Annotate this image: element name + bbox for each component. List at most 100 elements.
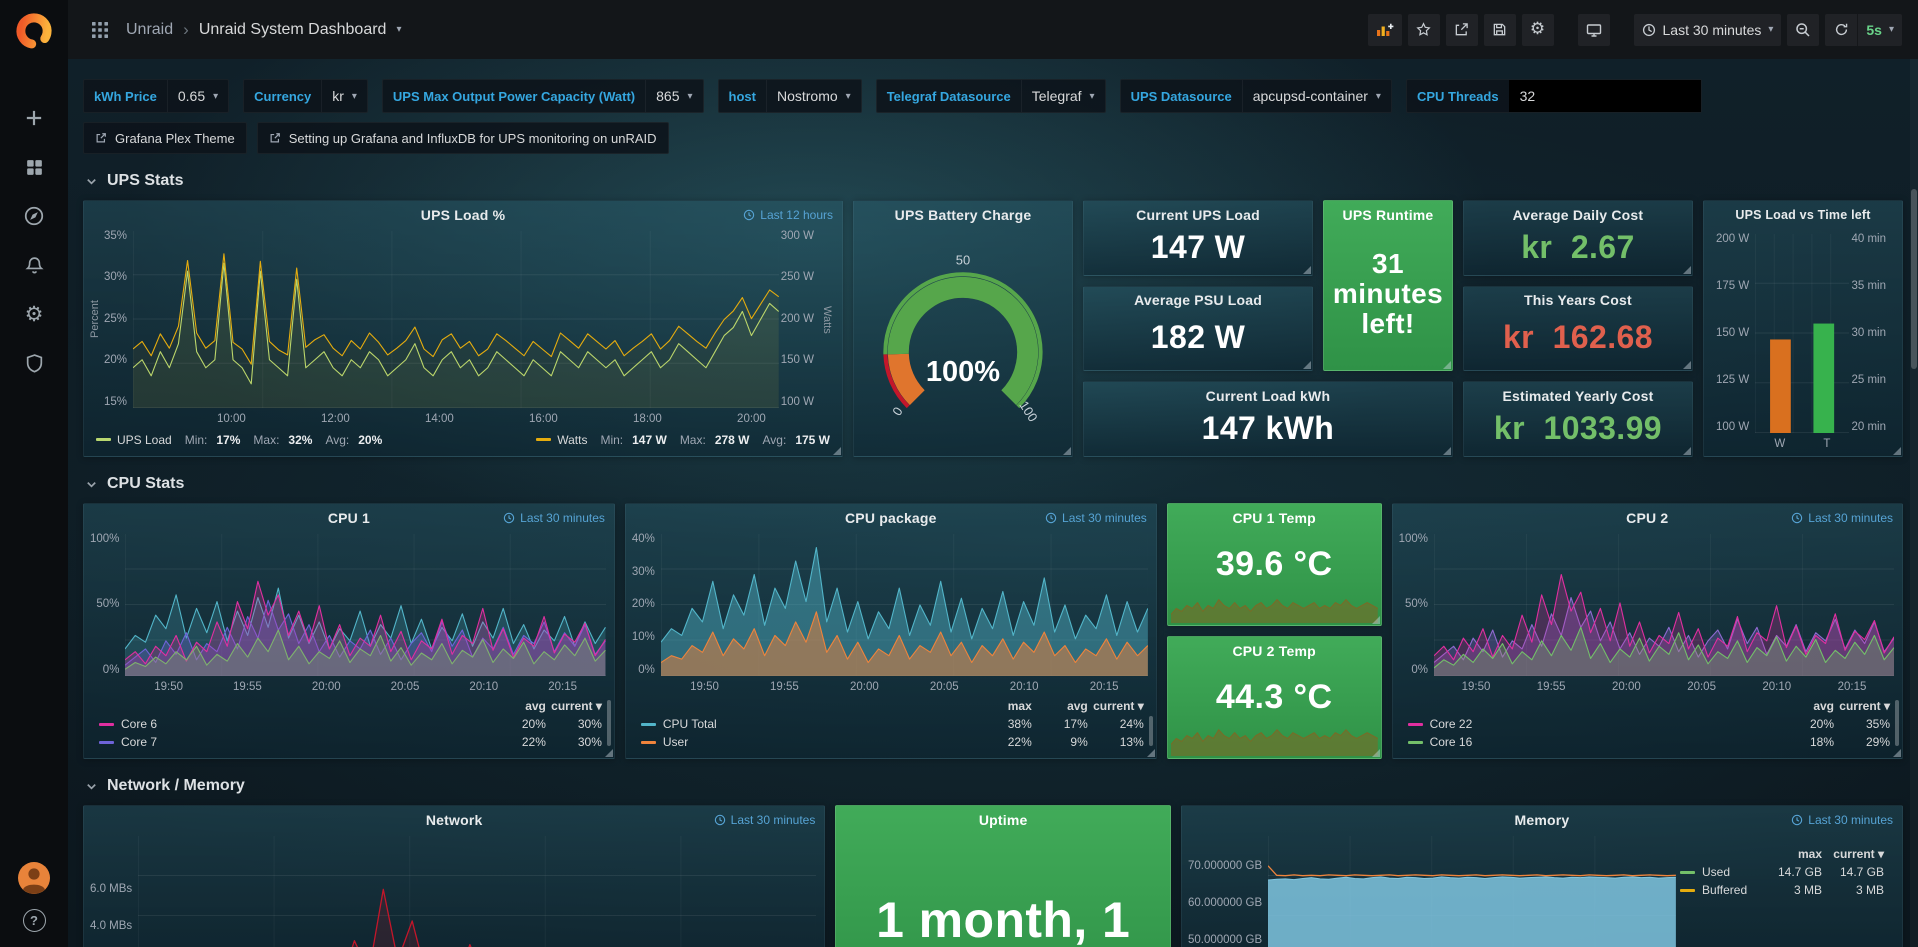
panel-title[interactable]: Average Daily Cost [1513,207,1644,223]
panel-title[interactable]: Average PSU Load [1134,292,1262,308]
panel-header[interactable]: CPU 1 Last 30 minutes [84,504,614,531]
panel-header[interactable]: UPS Load % Last 12 hours [84,201,842,228]
panel-title[interactable]: Uptime [979,812,1028,828]
plot-area[interactable] [125,534,605,676]
panel-title[interactable]: Network [426,812,483,828]
plot-area[interactable] [1755,234,1849,433]
sidebar-create-button[interactable] [13,105,55,131]
panel-header[interactable]: Memory Last 30 minutes [1182,806,1902,833]
variable-value-dropdown[interactable]: 0.65▾ [167,80,228,112]
add-panel-button[interactable] [1368,14,1402,46]
breadcrumb-app[interactable]: Unraid [126,21,173,39]
legend-scrollbar[interactable] [1895,700,1899,746]
variable-value-dropdown[interactable]: kr▾ [321,80,367,112]
time-range-button[interactable]: Last 30 minutes ▾ [1634,14,1782,46]
panel-title[interactable]: UPS Runtime [1343,207,1434,223]
grafana-logo[interactable] [12,9,56,53]
variable-value-dropdown[interactable]: Telegraf▾ [1021,80,1105,112]
panel-title[interactable]: UPS Battery Charge [895,207,1032,223]
legend-series-core-16[interactable]: Core 16 [1408,735,1778,749]
legend-col-max[interactable]: max [1760,847,1822,861]
star-button[interactable] [1408,14,1440,46]
panel-header[interactable]: Network Last 30 minutes [84,806,824,833]
legend-series-ups-load[interactable]: UPS LoadMin:17%Max:32%Avg:20% [96,433,382,447]
panel-title[interactable]: This Years Cost [1524,292,1632,308]
legend-scrollbar[interactable] [607,700,611,746]
scrollbar-thumb[interactable] [1911,189,1917,369]
dashboard-link-setting-up-grafana-and-influxd[interactable]: Setting up Grafana and InfluxDB for UPS … [257,122,669,154]
battery-gauge[interactable]: 050100 100% [854,228,1072,456]
panel-cpu-1: CPU 1 Last 30 minutes 100%50%0% 19:5019:… [83,503,615,759]
variable-value-dropdown[interactable]: Nostromo▾ [766,80,861,112]
refresh-interval-dropdown[interactable]: 5s ▾ [1858,14,1902,46]
panel-memory: Memory Last 30 minutes 70.000000 GB60.00… [1181,805,1903,947]
plot-area[interactable] [1434,534,1894,676]
save-button[interactable] [1484,14,1516,46]
panel-title[interactable]: Current UPS Load [1136,207,1260,223]
legend-col-current[interactable]: current ▾ [546,699,602,713]
dashboard-title[interactable]: Unraid System Dashboard [199,21,387,39]
legend-scrollbar[interactable] [1149,716,1153,746]
panel-title[interactable]: UPS Load vs Time left [1735,208,1870,222]
panel-title[interactable]: Current Load kWh [1206,388,1331,404]
legend-value: 22% [976,735,1032,749]
legend-col-avg[interactable]: avg [1778,699,1834,713]
apps-grid-icon[interactable] [84,14,116,46]
panel-header[interactable]: CPU package Last 30 minutes [626,504,1156,531]
external-link-icon [95,132,107,144]
panel-title[interactable]: CPU 1 Temp [1232,510,1315,526]
legend-series-core-22[interactable]: Core 22 [1408,717,1778,731]
legend-col-current[interactable]: current ▾ [1822,847,1884,861]
panel-header[interactable]: UPS Load vs Time left [1704,201,1902,228]
panel-header[interactable]: CPU 2 Last 30 minutes [1393,504,1902,531]
legend-series-core-6[interactable]: Core 6 [99,717,490,731]
cycle-view-button[interactable] [1578,14,1610,46]
section-cpu-stats[interactable]: CPU Stats [85,475,1903,493]
panel-title[interactable]: CPU 2 [1626,510,1668,526]
dashboard-settings-button[interactable]: ⚙ [1522,14,1554,46]
sidebar-help-button[interactable]: ? [13,907,55,933]
dashboard-link-grafana-plex-theme[interactable]: Grafana Plex Theme [83,122,247,154]
panel-title[interactable]: CPU 2 Temp [1232,643,1315,659]
legend-series-user[interactable]: User [641,735,976,749]
page-scrollbar[interactable] [1910,59,1918,947]
panel-title[interactable]: Estimated Yearly Cost [1502,388,1653,404]
variable-value-dropdown[interactable]: apcupsd-container▾ [1242,80,1391,112]
panel-header[interactable]: UPS Battery Charge [854,201,1072,228]
legend-col-avg[interactable]: avg [490,699,546,713]
legend-series-cpu-total[interactable]: CPU Total [641,717,976,731]
panel-title[interactable]: UPS Load % [421,207,505,223]
legend-series-buffered[interactable]: Buffered [1680,883,1760,897]
section-network-memory[interactable]: Network / Memory [85,777,1903,795]
legend-col-avg[interactable]: avg [1032,699,1088,713]
section-ups-stats[interactable]: UPS Stats [85,172,1903,190]
panel-title[interactable]: Memory [1515,812,1570,828]
sidebar-configuration-button[interactable]: ⚙ [13,301,55,327]
legend-col-max[interactable]: max [976,699,1032,713]
panel-title[interactable]: CPU package [845,510,937,526]
variable-value-dropdown[interactable]: 865▾ [645,80,702,112]
zoom-out-button[interactable] [1787,14,1819,46]
legend-col-current[interactable]: current ▾ [1088,699,1144,713]
legend-stat-value: 278 W [715,433,750,447]
legend-series-used[interactable]: Used [1680,865,1760,879]
plot-area[interactable] [133,231,779,408]
legend-series-core-7[interactable]: Core 7 [99,735,490,749]
share-button[interactable] [1446,14,1478,46]
refresh-button[interactable] [1825,14,1857,46]
title-caret-icon[interactable]: ▾ [396,24,401,35]
sidebar-alerting-button[interactable] [13,252,55,278]
legend-series-watts[interactable]: WattsMin:147 WMax:278 WAvg:175 W [536,433,830,447]
legend-col-current[interactable]: current ▾ [1834,699,1890,713]
sidebar-explore-button[interactable] [13,203,55,229]
sidebar-dashboards-button[interactable] [13,154,55,180]
plot-area[interactable] [1268,836,1676,947]
cpu-threads-input[interactable] [1509,80,1701,112]
sidebar-admin-button[interactable] [13,350,55,376]
plot-area[interactable] [138,836,816,947]
plot-area[interactable] [661,534,1148,676]
axis-tick: 35 min [1851,281,1886,293]
panel-title[interactable]: CPU 1 [328,510,370,526]
sidebar-avatar[interactable] [13,865,55,891]
axis-tick: 10:00 [217,413,246,425]
